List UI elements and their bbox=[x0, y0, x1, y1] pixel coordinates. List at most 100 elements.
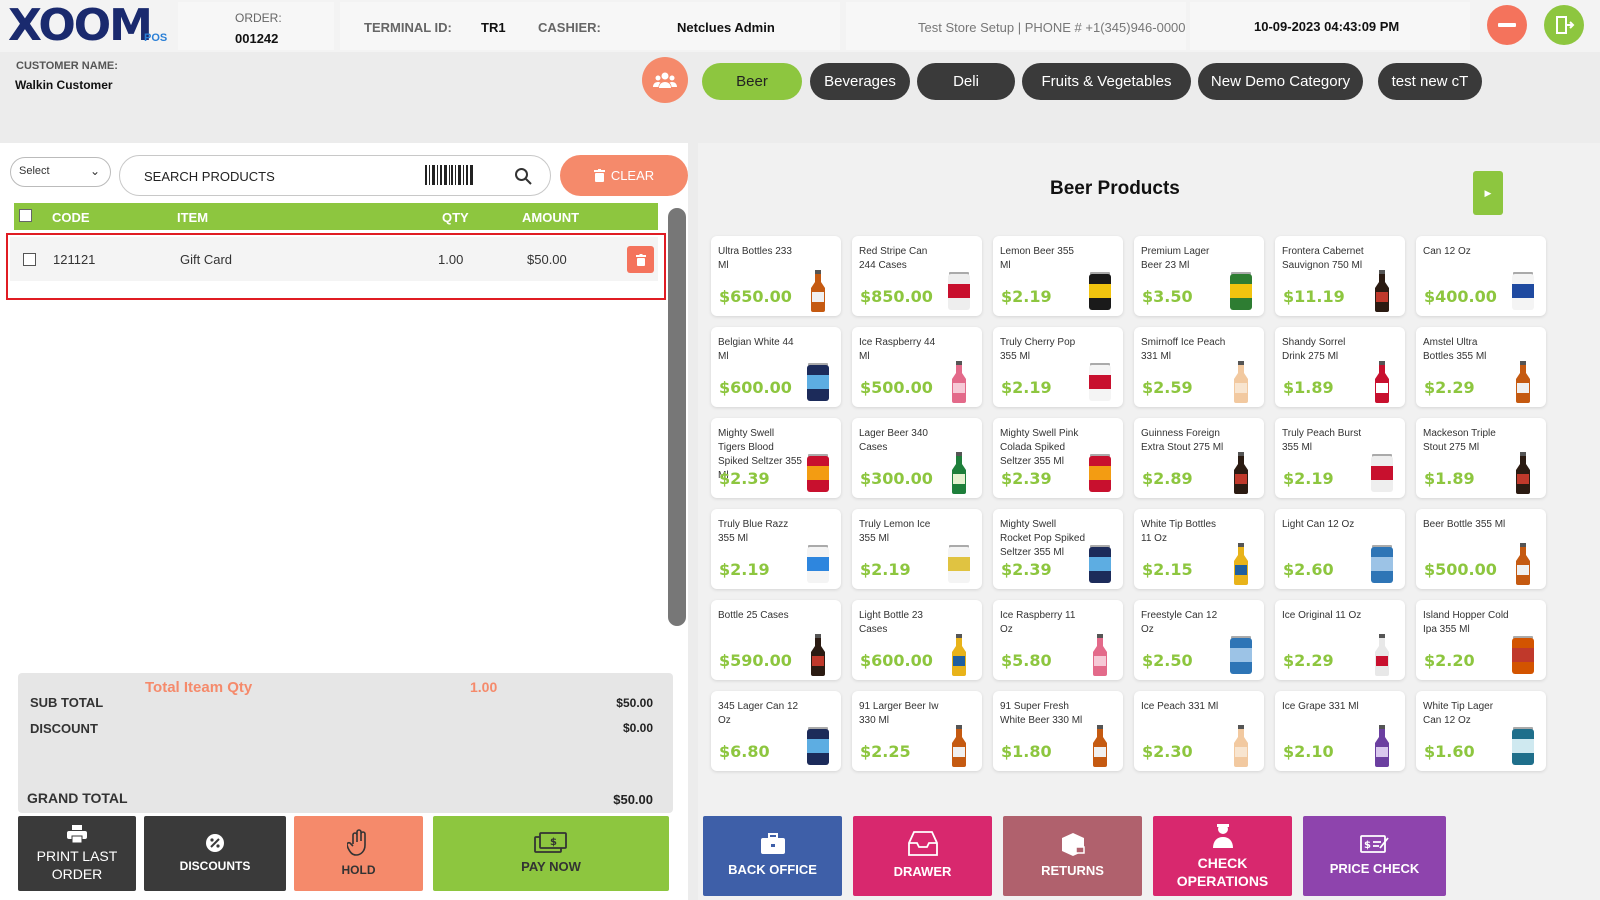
product-price: $6.80 bbox=[719, 742, 770, 761]
product-price: $500.00 bbox=[860, 378, 933, 397]
product-card[interactable]: Island Hopper Cold Ipa 355 Ml $2.20 bbox=[1416, 600, 1546, 680]
grand-total-value: $50.00 bbox=[613, 792, 653, 807]
search-input[interactable] bbox=[144, 166, 404, 186]
product-name: Frontera Cabernet Sauvignon 750 Ml bbox=[1282, 246, 1364, 271]
product-card[interactable]: Ice Peach 331 Ml $2.30 bbox=[1134, 691, 1264, 771]
product-card[interactable]: Can 12 Oz $400.00 bbox=[1416, 236, 1546, 316]
cashier-value: Netclues Admin bbox=[677, 20, 775, 35]
product-card[interactable]: Amstel Ultra Bottles 355 Ml $2.29 bbox=[1416, 327, 1546, 407]
product-card[interactable]: Smirnoff Ice Peach 331 Ml $2.59 bbox=[1134, 327, 1264, 407]
drawer-button[interactable]: DRAWER bbox=[853, 816, 992, 896]
row-checkbox[interactable] bbox=[23, 253, 36, 266]
tab-test-new-ct[interactable]: test new cT bbox=[1378, 63, 1482, 100]
clear-button[interactable]: CLEAR bbox=[560, 155, 688, 196]
tab-deli[interactable]: Deli bbox=[917, 63, 1015, 100]
terminal-value: TR1 bbox=[481, 20, 506, 35]
column-code: CODE bbox=[52, 210, 90, 225]
product-card[interactable]: Truly Peach Burst 355 Ml $2.19 bbox=[1275, 418, 1405, 498]
terminal-label: TERMINAL ID: bbox=[364, 20, 452, 35]
terminal-cashier-info: TERMINAL ID: TR1 CASHIER: Netclues Admin bbox=[340, 2, 840, 50]
search-icon[interactable] bbox=[514, 167, 532, 185]
product-price: $600.00 bbox=[860, 651, 933, 670]
check-operations-button[interactable]: CHECK OPERATIONS bbox=[1153, 816, 1292, 896]
product-card[interactable]: Mackeson Triple Stout 275 Ml $1.89 bbox=[1416, 418, 1546, 498]
beer-can-image bbox=[1228, 270, 1254, 312]
table-row[interactable]: 121121 Gift Card 1.00 $50.00 bbox=[6, 233, 666, 300]
product-name: Ice Grape 331 Ml bbox=[1282, 701, 1359, 712]
select-all-checkbox[interactable] bbox=[19, 209, 32, 222]
beer-can-image bbox=[1087, 270, 1113, 312]
product-price: $2.39 bbox=[1001, 560, 1052, 579]
product-card[interactable]: Mighty Swell Pink Colada Spiked Seltzer … bbox=[993, 418, 1123, 498]
pay-now-button[interactable]: $ PAY NOW bbox=[433, 816, 669, 891]
bottle-image bbox=[946, 361, 972, 403]
tab-beer[interactable]: Beer bbox=[702, 63, 802, 100]
product-card[interactable]: 91 Super Fresh White Beer 330 Ml $1.80 bbox=[993, 691, 1123, 771]
customers-button[interactable] bbox=[642, 57, 688, 103]
subtotal-label: SUB TOTAL bbox=[30, 695, 104, 710]
product-name: Red Stripe Can 244 Cases bbox=[859, 246, 928, 271]
logout-button[interactable] bbox=[1544, 5, 1584, 45]
row-qty[interactable]: 1.00 bbox=[438, 252, 463, 267]
product-card[interactable]: Ice Original 11 Oz $2.29 bbox=[1275, 600, 1405, 680]
delete-row-button[interactable] bbox=[627, 246, 654, 273]
product-card[interactable]: 91 Larger Beer Iw 330 Ml $2.25 bbox=[852, 691, 982, 771]
returns-button[interactable]: RETURNS bbox=[1003, 816, 1142, 896]
customer-name[interactable]: Walkin Customer bbox=[15, 78, 113, 92]
product-price: $2.39 bbox=[1001, 469, 1052, 488]
product-card[interactable]: White Tip Bottles 11 Oz $2.15 bbox=[1134, 509, 1264, 589]
product-card[interactable]: Light Bottle 23 Cases $600.00 bbox=[852, 600, 982, 680]
product-card[interactable]: Mighty Swell Tigers Blood Spiked Seltzer… bbox=[711, 418, 841, 498]
product-card[interactable]: Bottle 25 Cases $590.00 bbox=[711, 600, 841, 680]
minimize-button[interactable] bbox=[1487, 5, 1527, 45]
tab-beverages[interactable]: Beverages bbox=[810, 63, 910, 100]
bottle-image bbox=[1510, 452, 1536, 494]
barcode-icon[interactable] bbox=[425, 165, 473, 185]
print-last-order-button[interactable]: PRINT LAST ORDER bbox=[18, 816, 136, 891]
product-card[interactable]: Ice Raspberry 11 Oz $5.80 bbox=[993, 600, 1123, 680]
discounts-button[interactable]: DISCOUNTS bbox=[144, 816, 286, 891]
product-price: $2.15 bbox=[1142, 560, 1193, 579]
product-card[interactable]: Truly Lemon Ice 355 Ml $2.19 bbox=[852, 509, 982, 589]
column-item: ITEM bbox=[177, 210, 209, 225]
product-card[interactable]: Ice Raspberry 44 Ml $500.00 bbox=[852, 327, 982, 407]
product-card[interactable]: Light Can 12 Oz $2.60 bbox=[1275, 509, 1405, 589]
cart-scrollbar[interactable] bbox=[668, 208, 686, 626]
product-card[interactable]: 345 Lager Can 12 Oz $6.80 bbox=[711, 691, 841, 771]
next-page-button[interactable]: ▶ bbox=[1473, 171, 1503, 215]
product-price: $2.29 bbox=[1424, 378, 1475, 397]
product-price: $590.00 bbox=[719, 651, 792, 670]
product-card[interactable]: Premium Lager Beer 23 Ml $3.50 bbox=[1134, 236, 1264, 316]
product-card[interactable]: Ice Grape 331 Ml $2.10 bbox=[1275, 691, 1405, 771]
product-card[interactable]: Ultra Bottles 233 Ml $650.00 bbox=[711, 236, 841, 316]
product-card[interactable]: Truly Cherry Pop 355 Ml $2.19 bbox=[993, 327, 1123, 407]
beer-can-image bbox=[1087, 543, 1113, 585]
product-card[interactable]: Shandy Sorrel Drink 275 Ml $1.89 bbox=[1275, 327, 1405, 407]
product-card[interactable]: Mighty Swell Rocket Pop Spiked Seltzer 3… bbox=[993, 509, 1123, 589]
product-name: Ice Raspberry 11 Oz bbox=[1000, 610, 1076, 635]
product-card[interactable]: Guinness Foreign Extra Stout 275 Ml $2.89 bbox=[1134, 418, 1264, 498]
row-code: 121121 bbox=[53, 252, 96, 267]
product-card[interactable]: Lager Beer 340 Cases $300.00 bbox=[852, 418, 982, 498]
product-card[interactable]: Lemon Beer 355 Ml $2.19 bbox=[993, 236, 1123, 316]
product-card[interactable]: Truly Blue Razz 355 Ml $2.19 bbox=[711, 509, 841, 589]
tab-new-demo-category[interactable]: New Demo Category bbox=[1198, 63, 1363, 100]
back-office-button[interactable]: BACK OFFICE bbox=[703, 816, 842, 896]
product-name: Truly Cherry Pop 355 Ml bbox=[1000, 337, 1076, 362]
product-card[interactable]: Belgian White 44 Ml $600.00 bbox=[711, 327, 841, 407]
product-card[interactable]: Red Stripe Can 244 Cases $850.00 bbox=[852, 236, 982, 316]
price-check-button[interactable]: $ PRICE CHECK bbox=[1303, 816, 1446, 896]
product-card[interactable]: Freestyle Can 12 Oz $2.50 bbox=[1134, 600, 1264, 680]
product-card[interactable]: Beer Bottle 355 Ml $500.00 bbox=[1416, 509, 1546, 589]
search-type-select[interactable]: Select ⌄ bbox=[10, 157, 111, 187]
product-price: $2.30 bbox=[1142, 742, 1193, 761]
product-card[interactable]: White Tip Lager Can 12 Oz $1.60 bbox=[1416, 691, 1546, 771]
chevron-right-icon: ▶ bbox=[1484, 187, 1492, 198]
column-amount: AMOUNT bbox=[522, 210, 580, 225]
product-price: $2.60 bbox=[1283, 560, 1334, 579]
product-card[interactable]: Frontera Cabernet Sauvignon 750 Ml $11.19 bbox=[1275, 236, 1405, 316]
tab-fruits-vegetables[interactable]: Fruits & Vegetables bbox=[1022, 63, 1191, 100]
product-name: Beer Bottle 355 Ml bbox=[1423, 519, 1506, 530]
beer-can-image bbox=[1510, 270, 1536, 312]
hold-button[interactable]: HOLD bbox=[294, 816, 423, 891]
